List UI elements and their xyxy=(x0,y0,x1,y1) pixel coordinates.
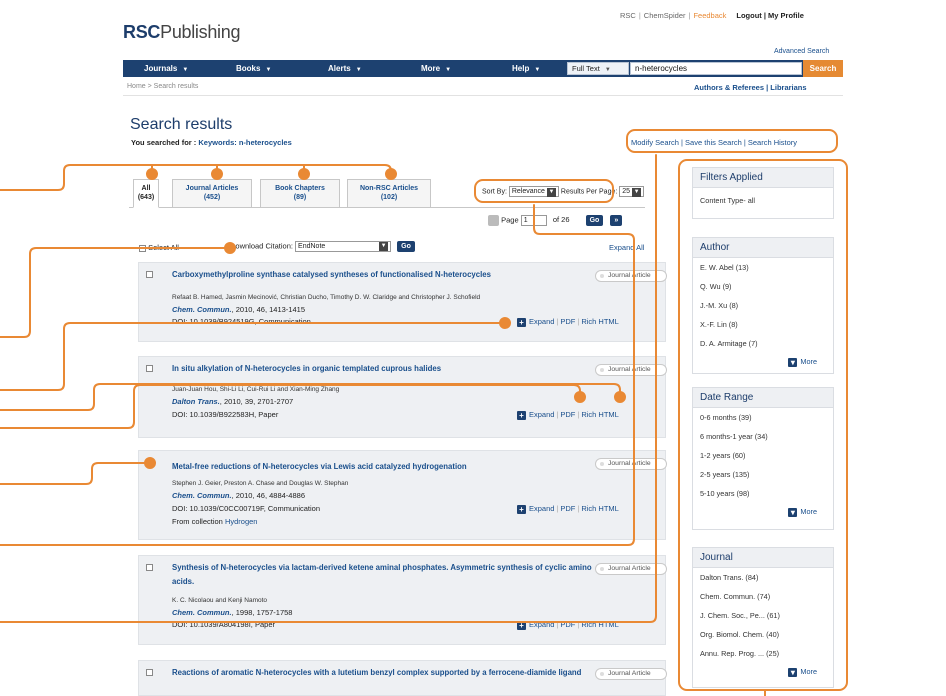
annotation-line xyxy=(0,322,506,391)
annotation-line xyxy=(151,164,305,175)
annotation-dot xyxy=(499,317,511,329)
annotation-line xyxy=(0,154,657,623)
annotation-dot xyxy=(298,168,310,180)
annotation-line xyxy=(0,462,151,485)
annotation-dot xyxy=(614,391,626,403)
annotation-dot xyxy=(224,242,236,254)
annotation-box xyxy=(474,179,614,203)
annotation-line xyxy=(0,383,621,411)
annotation-dot xyxy=(211,168,223,180)
annotation-line xyxy=(0,204,635,546)
annotation-dot xyxy=(574,391,586,403)
annotation-box xyxy=(678,159,848,691)
annotation-dot xyxy=(146,168,158,180)
annotation-dot xyxy=(144,457,156,469)
annotation-overlay xyxy=(0,129,848,696)
annotation-dot xyxy=(385,168,397,180)
annotation-box xyxy=(626,129,838,153)
annotation-line xyxy=(0,164,392,191)
annotation-line xyxy=(0,384,581,429)
